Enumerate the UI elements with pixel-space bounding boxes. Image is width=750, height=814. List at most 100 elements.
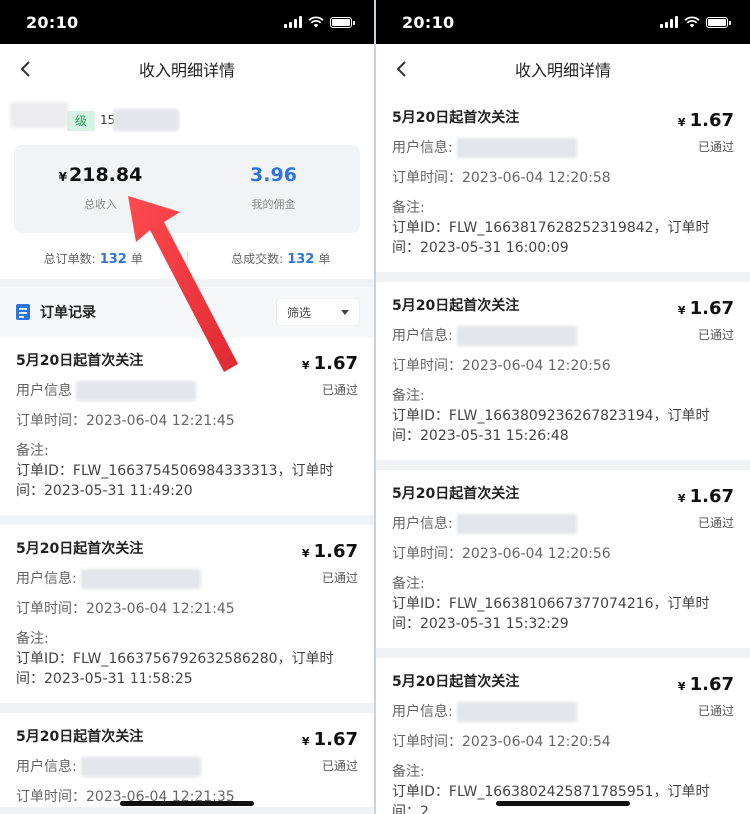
- user-info-blurred: [76, 381, 196, 401]
- total-orders: 总订单数: 132 单: [0, 250, 187, 267]
- document-list-icon: [16, 304, 30, 320]
- user-info-label: 用户信息:: [16, 571, 77, 587]
- user-info-label: 用户信息:: [392, 328, 453, 344]
- user-info-row: 用户信息:: [392, 326, 734, 346]
- order-amount: ¥1.67: [302, 353, 358, 374]
- system-icons: [660, 16, 731, 28]
- user-info-label: 用户信息:: [392, 704, 453, 720]
- status-badge: 已通过: [697, 328, 734, 342]
- total-income: ¥218.84 总收入: [14, 145, 187, 233]
- remark-text: 订单ID：FLW_1663754506984333313，订单时间：2023-0…: [16, 463, 334, 499]
- amount-value: 1.67: [689, 110, 734, 131]
- signal-icon: [660, 16, 678, 28]
- order-time: 订单时间：2023-06-04 12:20:56: [392, 358, 611, 374]
- user-info-row: 用户信息:: [392, 514, 734, 534]
- order-card[interactable]: 5月20日起首次关注 ¥1.67 已通过 用户信息: 订单时间：2023-06-…: [376, 658, 750, 814]
- order-amount: ¥1.67: [678, 486, 734, 507]
- user-profile-row: 级 15: [0, 94, 374, 141]
- currency-symbol: ¥: [677, 680, 686, 693]
- order-card[interactable]: 5月20日起首次关注 ¥1.67 已通过 用户信息: 订单时间：2023-06-…: [376, 470, 750, 648]
- status-badge: 已通过: [697, 704, 734, 718]
- total-income-value: ¥218.84: [14, 164, 187, 186]
- section-title: 订单记录: [40, 305, 96, 321]
- screenshot-composite: 20:10 收入明细详情 级 15 ¥218.84 总收入 3.96 我的佣金 …: [0, 0, 750, 814]
- remark-label: 备注:: [16, 631, 49, 647]
- user-info-row: 用户信息:: [392, 702, 734, 722]
- user-info-row: 用户信息:: [392, 138, 734, 158]
- order-card[interactable]: 5月20日起首次关注 ¥1.67 已通过 用户信息: 订单时间：2023-06-…: [376, 282, 750, 460]
- user-info-blurred: [80, 569, 201, 589]
- remark-text: 订单ID：FLW_1663756792632586280，订单时间：2023-0…: [16, 651, 334, 687]
- status-badge: 已通过: [697, 516, 734, 530]
- order-card[interactable]: 5月20日起首次关注 ¥1.67 已通过 用户信息: 订单时间：2023-06-…: [0, 525, 374, 703]
- amount-value: 1.67: [313, 541, 358, 562]
- currency-symbol: ¥: [301, 547, 310, 560]
- system-icons: [284, 16, 355, 28]
- back-arrow-icon[interactable]: [14, 57, 38, 81]
- total-orders-value: 132: [99, 251, 127, 267]
- page-title: 收入明细详情: [138, 61, 235, 80]
- user-info-blurred: [456, 702, 577, 722]
- user-info-label: 用户信息:: [392, 140, 453, 156]
- remark-label: 备注:: [392, 200, 425, 216]
- total-orders-label: 总订单数:: [43, 251, 96, 266]
- user-info-label: 用户信息:: [16, 759, 77, 775]
- order-records-header: 订单记录 筛选: [0, 287, 374, 337]
- nav-bar: 收入明细详情: [376, 44, 750, 94]
- order-time: 订单时间：2023-06-04 12:21:45: [16, 601, 235, 617]
- total-orders-unit: 单: [130, 251, 143, 266]
- caret-down-icon: [341, 309, 349, 315]
- left-phone-screen: 20:10 收入明细详情 级 15 ¥218.84 总收入 3.96 我的佣金 …: [0, 0, 374, 814]
- total-income-label: 总收入: [84, 198, 117, 211]
- user-info-blurred: [456, 138, 577, 158]
- my-commission: 3.96 我的佣金: [187, 145, 360, 233]
- remark-text: 订单ID：FLW_1663810667377074216，订单时间：2023-0…: [392, 596, 710, 632]
- user-info-blurred: [80, 757, 201, 777]
- amount-value: 1.67: [313, 729, 358, 750]
- income-amount: 218.84: [69, 164, 143, 186]
- remark-label: 备注:: [392, 576, 425, 592]
- order-counts: 总订单数: 132 单 总成交数: 132 单: [0, 237, 374, 279]
- level-badge: 级: [67, 111, 95, 131]
- remark-label: 备注:: [392, 764, 425, 780]
- user-id-blurred: [113, 109, 179, 131]
- remark-text: 订单ID：FLW_1663809236267823194，订单时间：2023-0…: [392, 408, 710, 444]
- order-time: 订单时间：2023-06-04 12:20:56: [392, 546, 611, 562]
- status-badge: 已通过: [321, 383, 358, 397]
- battery-icon: [330, 16, 355, 28]
- status-time: 20:10: [402, 12, 455, 32]
- user-info-label: 用户信息: [16, 383, 72, 399]
- avatar: [10, 102, 68, 128]
- home-indicator: [496, 801, 630, 806]
- order-card[interactable]: 5月20日起首次关注 ¥1.67 已通过 用户信息 订单时间：2023-06-0…: [0, 337, 374, 515]
- order-list: 5月20日起首次关注 ¥1.67 已通过 用户信息: 订单时间：2023-06-…: [376, 94, 750, 814]
- user-info-row: 用户信息:: [16, 757, 358, 777]
- currency-symbol: ¥: [677, 304, 686, 317]
- currency-symbol: ¥: [301, 359, 310, 372]
- status-bar: 20:10: [376, 0, 750, 44]
- signal-icon: [284, 16, 302, 28]
- wifi-icon: [308, 16, 324, 28]
- order-card[interactable]: 5月20日起首次关注 ¥1.67 已通过 用户信息: 订单时间：2023-06-…: [0, 713, 374, 807]
- total-deals-value: 132: [287, 251, 315, 267]
- back-arrow-icon[interactable]: [390, 57, 414, 81]
- total-deals-unit: 单: [318, 251, 331, 266]
- status-badge: 已通过: [697, 140, 734, 154]
- wifi-icon: [684, 16, 700, 28]
- order-amount: ¥1.67: [678, 674, 734, 695]
- filter-dropdown[interactable]: 筛选: [276, 298, 360, 326]
- remark-text: 订单ID：FLW_1663802425871785951，订单时间：2: [392, 784, 710, 814]
- order-time: 订单时间：2023-06-04 12:20:58: [392, 170, 611, 186]
- order-time: 订单时间：2023-06-04 12:21:45: [16, 413, 235, 429]
- order-amount: ¥1.67: [678, 110, 734, 131]
- user-info-label: 用户信息:: [392, 516, 453, 532]
- user-info-row: 用户信息: [16, 381, 358, 401]
- user-info-blurred: [456, 326, 577, 346]
- commission-value: 3.96: [250, 164, 297, 186]
- user-info-row: 用户信息:: [16, 569, 358, 589]
- amount-value: 1.67: [313, 353, 358, 374]
- home-indicator: [120, 801, 254, 806]
- order-card[interactable]: 5月20日起首次关注 ¥1.67 已通过 用户信息: 订单时间：2023-06-…: [376, 94, 750, 272]
- right-phone-screen: 20:10 收入明细详情 5月20日起首次关注 ¥1.67 已通过 用户信息: …: [376, 0, 750, 814]
- status-bar: 20:10: [0, 0, 374, 44]
